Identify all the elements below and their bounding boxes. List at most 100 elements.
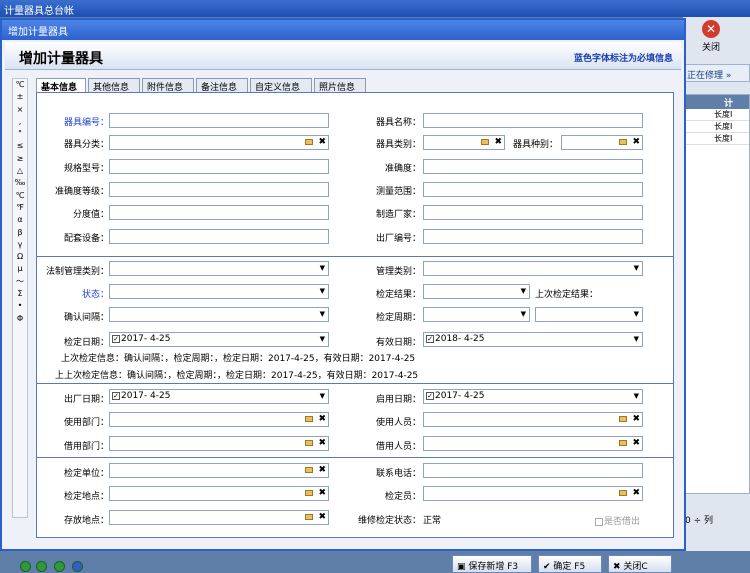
clear-icon[interactable]: ✖ [318,512,326,522]
folder-icon[interactable] [305,138,314,145]
save-new-button[interactable]: ▣ 保存新增 F3 [452,555,532,573]
storage-input[interactable]: ✖ [109,510,329,525]
accuracy-input[interactable] [423,159,643,174]
fixing-filter[interactable]: 正在修理 » [683,64,750,82]
symbol-item[interactable]: α [13,214,27,226]
table-row[interactable]: 长度I [684,121,749,133]
kind-input[interactable]: ✖ [561,135,643,150]
ship_date-select[interactable]: ✓ 2017- 4-25 ▼ [109,389,329,404]
chevron-down-icon[interactable]: ▼ [634,310,639,318]
symbol-item[interactable]: ～ [13,276,27,288]
symbol-item[interactable]: • [13,300,27,312]
checkbox-icon[interactable]: ✓ [112,334,120,343]
chevron-down-icon[interactable]: ▼ [634,335,639,343]
mgmt-select[interactable]: ▼ [423,261,643,276]
symbol-item[interactable]: ℃ [13,190,27,202]
serial-input[interactable] [423,229,643,244]
chevron-down-icon[interactable]: ▼ [634,392,639,400]
clear-icon[interactable]: ✖ [494,137,502,147]
checkbox-icon[interactable]: ✓ [426,334,434,343]
checkbox-icon[interactable]: ✓ [112,391,120,400]
name-input[interactable] [423,113,643,128]
folder-icon[interactable] [305,466,314,473]
symbol-item[interactable]: ℃ [13,79,27,91]
check_date-select[interactable]: ✓ 2017- 4-25 ▼ [109,332,329,347]
acc_grade-input[interactable] [109,182,329,197]
symbol-item[interactable]: ℉ [13,202,27,214]
inspector-input[interactable]: ✖ [423,486,643,501]
symbol-item[interactable]: μ [13,263,27,275]
maker-input[interactable] [423,205,643,220]
clear-icon[interactable]: ✖ [318,137,326,147]
valid_date-select[interactable]: ✓ 2018- 4-25 ▼ [423,332,643,347]
nav-last-icon[interactable] [72,561,83,572]
chevron-down-icon[interactable]: ▼ [320,335,325,343]
symbol-item[interactable]: γ [13,239,27,251]
ok-button[interactable]: ✔ 确定 F5 [538,555,602,573]
class-input[interactable]: ✖ [109,135,329,150]
chevron-down-icon[interactable]: ▼ [320,392,325,400]
symbol-item[interactable]: β [13,227,27,239]
period2-select[interactable]: ▼ [535,307,643,322]
status-select[interactable]: ▼ [109,284,329,299]
nav-first-icon[interactable] [20,561,31,572]
nav-next-icon[interactable] [54,561,65,572]
symbol-item[interactable]: ≥ [13,153,27,165]
table-row[interactable]: 长度I [684,133,749,145]
place-input[interactable]: ✖ [109,486,329,501]
phone-input[interactable] [423,463,643,478]
symbol-item[interactable]: Σ [13,288,27,300]
dept-input[interactable]: ✖ [109,412,329,427]
symbol-item[interactable]: ‰ [13,177,27,189]
checkbox-icon[interactable]: ✓ [426,391,434,400]
symbol-item[interactable]: × [13,104,27,116]
interval-select[interactable]: ▼ [109,307,329,322]
nav-prev-icon[interactable] [36,561,47,572]
folder-icon[interactable] [305,439,314,446]
app-close-button[interactable]: ✕ 关闭 [686,20,736,56]
code-input[interactable] [109,113,329,128]
folder-icon[interactable] [481,138,490,145]
symbol-item[interactable]: " [13,128,27,140]
borrow_dept-input[interactable]: ✖ [109,436,329,451]
tab-attach[interactable]: 附件信息 [142,78,194,93]
folder-icon[interactable] [619,439,628,446]
chevron-down-icon[interactable]: ▼ [634,264,639,272]
symbol-item[interactable]: ≤ [13,140,27,152]
symbol-item[interactable]: Ω [13,251,27,263]
folder-icon[interactable] [305,489,314,496]
borrow_user-input[interactable]: ✖ [423,436,643,451]
clear-icon[interactable]: ✖ [632,438,640,448]
folder-icon[interactable] [619,415,628,422]
clear-icon[interactable]: ✖ [318,488,326,498]
chevron-down-icon[interactable]: ▼ [320,310,325,318]
type-input[interactable]: ✖ [423,135,505,150]
unit-input[interactable]: ✖ [109,463,329,478]
tab-other[interactable]: 其他信息 [88,78,140,93]
clear-icon[interactable]: ✖ [318,438,326,448]
model-input[interactable] [109,159,329,174]
clear-icon[interactable]: ✖ [318,465,326,475]
period-select[interactable]: ▼ [423,307,530,322]
division-input[interactable] [109,205,329,220]
equip-input[interactable] [109,229,329,244]
symbol-item[interactable]: , [13,116,27,128]
start_date-select[interactable]: ✓ 2017- 4-25 ▼ [423,389,643,404]
tab-custom[interactable]: 自定义信息 [250,78,312,93]
result-select[interactable]: ▼ [423,284,530,299]
chevron-down-icon[interactable]: ▼ [521,287,526,295]
close-button[interactable]: ✖ 关闭C [608,555,672,573]
chevron-down-icon[interactable]: ▼ [320,264,325,272]
tab-notes[interactable]: 备注信息 [196,78,248,93]
rows-stepper[interactable]: 0 ÷ 列 [683,510,750,530]
clear-icon[interactable]: ✖ [318,414,326,424]
clear-icon[interactable]: ✖ [632,414,640,424]
symbol-item[interactable]: △ [13,165,27,177]
legal-select[interactable]: ▼ [109,261,329,276]
user-input[interactable]: ✖ [423,412,643,427]
range-input[interactable] [423,182,643,197]
symbol-item[interactable]: Φ [13,313,27,325]
table-row[interactable]: 长度I [684,109,749,121]
clear-icon[interactable]: ✖ [632,137,640,147]
folder-icon[interactable] [619,138,628,145]
